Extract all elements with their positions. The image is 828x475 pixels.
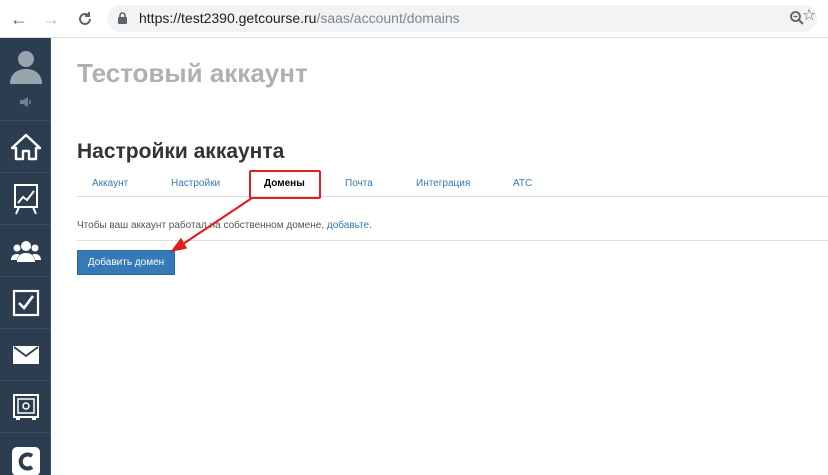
settings-tabs: Аккаунт Настройки Домены Почта Интеграци… [77,172,828,197]
lock-icon [117,12,128,30]
reload-icon[interactable] [74,8,96,30]
divider [77,240,828,241]
user-avatar-icon[interactable] [0,44,51,86]
url-path: /saas/account/domains [316,10,460,26]
account-title: Тестовый аккаунт [77,58,308,88]
home-icon[interactable] [0,120,51,172]
domain-hint: Чтобы ваш аккаунт работал на собственном… [77,220,372,231]
tasks-icon[interactable] [0,276,51,328]
bookmark-star-icon[interactable]: ☆ [802,8,816,24]
forward-arrow-icon[interactable]: → [40,8,62,30]
address-bar[interactable]: https://test2390.getcourse.ru/saas/accou… [107,5,817,32]
sidebar [0,38,51,475]
browser-toolbar: ← → https://test2390.getcourse.ru/saas/a… [0,0,828,38]
safe-icon[interactable] [0,380,51,432]
page-title: Настройки аккаунта [77,140,285,163]
add-domain-button[interactable]: Добавить домен [77,250,175,275]
users-icon[interactable] [0,224,51,276]
url-text: https://test2390.getcourse.ru/saas/accou… [139,10,460,26]
chart-icon[interactable] [0,172,51,224]
logo-icon[interactable] [0,432,51,475]
tab-pbx[interactable]: АТС [513,178,532,189]
speaker-icon[interactable] [0,94,51,110]
tab-settings[interactable]: Настройки [171,178,220,189]
tab-account[interactable]: Аккаунт [92,178,128,189]
mail-icon[interactable] [0,328,51,380]
tab-mail[interactable]: Почта [345,178,373,189]
hint-end: . [369,220,372,231]
url-host: https://test2390.getcourse.ru [139,10,317,26]
hint-text: Чтобы ваш аккаунт работал на собственном… [77,220,327,231]
tab-integration[interactable]: Интеграция [416,178,470,189]
add-domain-link[interactable]: добавьте [327,220,369,231]
active-tab-highlight [249,170,321,199]
back-arrow-icon[interactable]: ← [8,8,30,30]
